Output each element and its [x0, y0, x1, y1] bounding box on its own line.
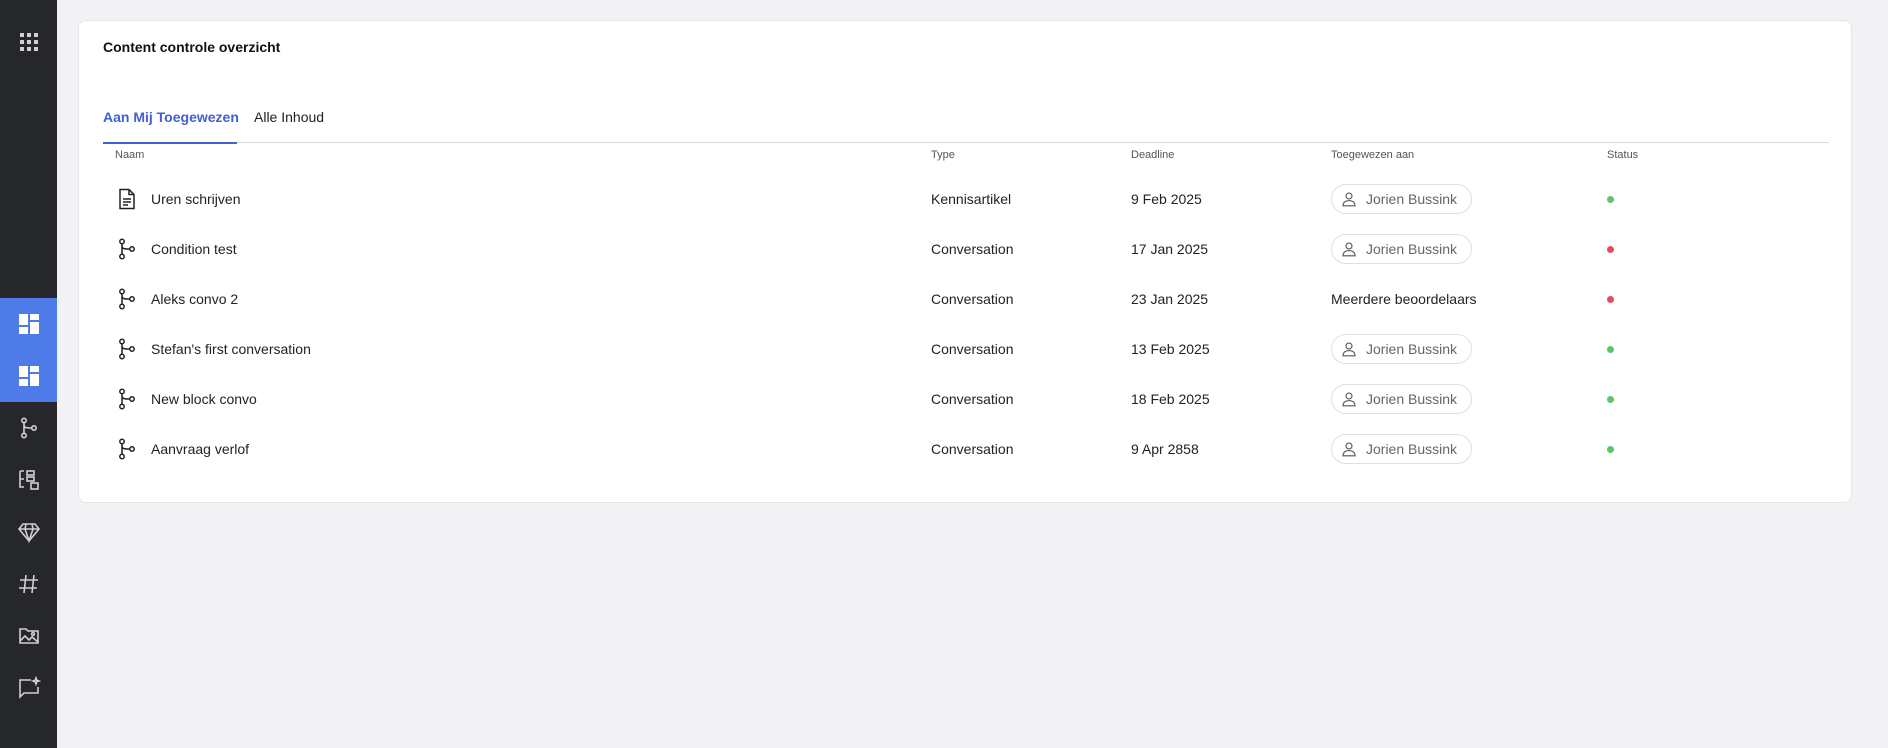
content-name[interactable]: Uren schrijven — [151, 177, 240, 221]
assignee-cell: Jorien Bussink — [1331, 227, 1473, 271]
content-name[interactable]: Condition test — [151, 227, 237, 271]
column-header-type[interactable]: Type — [931, 149, 955, 161]
status-cell — [1607, 227, 1614, 271]
content-name[interactable]: Aanvraag verlof — [151, 427, 249, 471]
content-type: Conversation — [931, 391, 1014, 407]
column-header-deadline[interactable]: Deadline — [1131, 149, 1174, 161]
branch-icon — [115, 277, 139, 321]
sidebar-item-premium[interactable] — [0, 506, 57, 558]
sidebar-item-ai-chat[interactable] — [0, 662, 57, 714]
sidebar-item-conversations[interactable] — [0, 402, 57, 454]
sidebar-item-content-review[interactable] — [0, 350, 57, 402]
status-cell — [1607, 377, 1614, 421]
assignee-name: Jorien Bussink — [1366, 441, 1458, 457]
assignee-cell: Jorien Bussink — [1331, 177, 1473, 221]
assignee-chip[interactable]: Jorien Bussink — [1331, 384, 1473, 414]
person-icon — [1342, 392, 1356, 407]
assignee-cell: Jorien Bussink — [1331, 427, 1473, 471]
table-row[interactable]: Aanvraag verlof Conversation 9 Apr 2858 Jor… — [103, 427, 1829, 471]
content-deadline: 9 Feb 2025 — [1131, 191, 1202, 207]
diamond-icon — [17, 523, 40, 544]
assignee-cell: Jorien Bussink — [1331, 327, 1473, 371]
content-deadline: 9 Apr 2858 — [1131, 441, 1199, 457]
branch-icon — [115, 327, 139, 371]
status-cell — [1607, 177, 1614, 221]
page-title: Content controle overzicht — [103, 39, 281, 55]
content-name[interactable]: New block convo — [151, 377, 257, 421]
assignee-name: Jorien Bussink — [1366, 391, 1458, 407]
status-dot-red — [1607, 245, 1614, 253]
content-deadline: 17 Jan 2025 — [1131, 241, 1209, 257]
status-cell — [1607, 427, 1614, 471]
dashboard-icon — [18, 314, 39, 334]
sidebar-item-apps[interactable] — [0, 16, 57, 68]
sidebar-item-dashboard[interactable] — [0, 298, 57, 350]
table-row[interactable]: Stefan's first conversation Conversation 1… — [103, 327, 1829, 371]
tab-bar: Aan Mij Toegewezen Alle Inhoud — [103, 89, 1829, 144]
assignee-text: Meerdere beoordelaars — [1331, 291, 1477, 307]
status-dot-green — [1607, 345, 1614, 353]
status-dot-green — [1607, 395, 1614, 403]
content-type: Conversation — [931, 291, 1014, 307]
assignee-cell: Jorien Bussink — [1331, 377, 1473, 421]
branch-icon — [115, 227, 139, 271]
status-dot-green — [1607, 195, 1614, 203]
flow-icon — [18, 470, 39, 490]
table-row[interactable]: Condition test Conversation 17 Jan 2025 Jor… — [103, 227, 1829, 271]
sidebar-item-media[interactable] — [0, 610, 57, 662]
assignee-chip[interactable]: Jorien Bussink — [1331, 234, 1473, 264]
tab-label: Aan Mij Toegewezen — [103, 109, 239, 125]
hash-icon — [18, 574, 38, 594]
branch-icon — [115, 377, 139, 421]
image-folder-icon — [18, 628, 39, 644]
assignee-chip[interactable]: Jorien Bussink — [1331, 334, 1473, 364]
tab-assigned-to-me[interactable]: Aan Mij Toegewezen — [103, 89, 239, 144]
sidebar — [0, 0, 57, 748]
tab-all-content[interactable]: Alle Inhoud — [254, 89, 334, 143]
content-type: Conversation — [931, 341, 1014, 357]
person-icon — [1342, 342, 1356, 357]
content-name[interactable]: Aleks convo 2 — [151, 277, 238, 321]
content-type: Kennisartikel — [931, 191, 1012, 207]
status-dot-red — [1607, 295, 1614, 303]
status-cell — [1607, 327, 1614, 371]
column-header-status[interactable]: Status — [1607, 149, 1638, 161]
tab-label: Alle Inhoud — [254, 109, 325, 125]
assignee-cell: Meerdere beoordelaars — [1331, 277, 1477, 321]
assignee-chip[interactable]: Jorien Bussink — [1331, 434, 1473, 464]
content-name[interactable]: Stefan's first conversation — [151, 327, 311, 371]
person-icon — [1342, 242, 1356, 257]
content-type: Conversation — [931, 441, 1014, 457]
table-header: Naam Type Deadline Toegewezen aan Status — [79, 149, 1851, 169]
branch-icon — [20, 417, 37, 439]
person-icon — [1342, 442, 1356, 457]
content-deadline: 23 Jan 2025 — [1131, 291, 1209, 307]
document-icon — [115, 177, 139, 221]
status-dot-green — [1607, 445, 1614, 453]
assignee-name: Jorien Bussink — [1366, 241, 1458, 257]
sidebar-item-tags[interactable] — [0, 558, 57, 610]
content-deadline: 18 Feb 2025 — [1131, 391, 1210, 407]
content-type: Conversation — [931, 241, 1014, 257]
branch-icon — [115, 427, 139, 471]
content-review-card: Content controle overzicht Aan Mij Toege… — [78, 20, 1852, 503]
table-row[interactable]: Aleks convo 2 Conversation 23 Jan 2025 Meer… — [103, 277, 1829, 321]
dashboard-icon — [18, 366, 39, 386]
chat-sparkle-icon — [18, 676, 41, 699]
table-row[interactable]: Uren schrijven Kennisartikel 9 Feb 2025 Jor… — [103, 177, 1829, 221]
table-row[interactable]: New block convo Conversation 18 Feb 2025 Jo… — [103, 377, 1829, 421]
status-cell — [1607, 277, 1614, 321]
column-header-name[interactable]: Naam — [115, 149, 144, 161]
grid-icon — [19, 33, 38, 51]
assignee-name: Jorien Bussink — [1366, 341, 1458, 357]
assignee-name: Jorien Bussink — [1366, 191, 1458, 207]
content-deadline: 13 Feb 2025 — [1131, 341, 1210, 357]
sidebar-item-flows[interactable] — [0, 454, 57, 506]
column-header-assignee[interactable]: Toegewezen aan — [1331, 149, 1414, 161]
assignee-chip[interactable]: Jorien Bussink — [1331, 184, 1473, 214]
person-icon — [1342, 192, 1356, 207]
